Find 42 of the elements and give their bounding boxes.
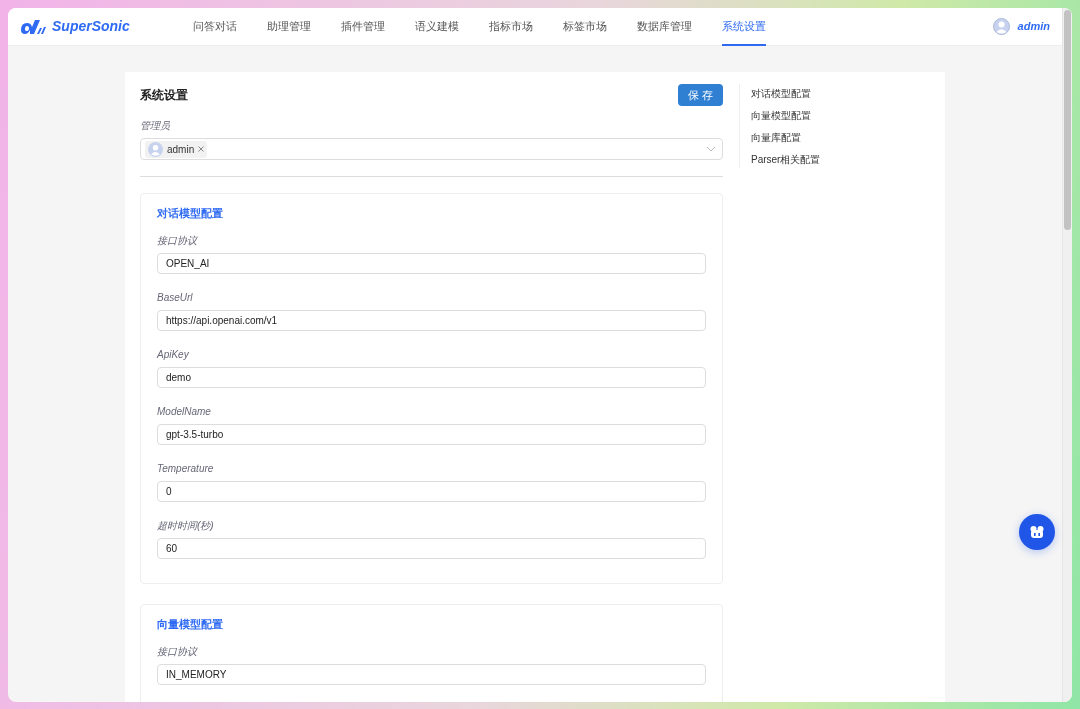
anchor-link[interactable]: 向量模型配置	[751, 106, 821, 125]
input-field[interactable]: 60	[157, 538, 706, 559]
scrollbar-thumb[interactable]	[1064, 10, 1071, 230]
input-field[interactable]: IN_MEMORY	[157, 664, 706, 685]
field-label: 接口协议	[157, 645, 197, 659]
anchor-link[interactable]: 向量库配置	[751, 128, 821, 147]
nav-tab[interactable]: 问答对话	[193, 8, 237, 47]
nav-tab[interactable]: 标签市场	[563, 8, 607, 47]
anchor-link[interactable]: 对话模型配置	[751, 84, 821, 103]
field-label: 接口协议	[157, 234, 197, 248]
assistant-button[interactable]	[1019, 514, 1055, 550]
field-label: 管理员	[140, 119, 170, 133]
robot-icon	[1029, 525, 1045, 539]
input-field[interactable]: demo	[157, 367, 706, 388]
logo-text: SuperSonic	[52, 17, 130, 36]
tag-text: admin	[167, 142, 195, 157]
field-label: ModelName	[157, 405, 211, 419]
input-field[interactable]: https://api.openai.com/v1	[157, 310, 706, 331]
input-field[interactable]: gpt-3.5-turbo	[157, 424, 706, 445]
field-label: 超时时间(秒)	[157, 519, 214, 533]
field-label: BaseUrl	[157, 291, 193, 305]
chevron-down-icon	[706, 146, 716, 152]
section-title: 向量模型配置	[157, 618, 223, 630]
field-label: Temperature	[157, 462, 214, 476]
nav-tab[interactable]: 系统设置	[722, 8, 766, 47]
avatar-icon	[148, 141, 163, 157]
close-icon[interactable]	[198, 146, 205, 152]
nav-tab[interactable]: 助理管理	[267, 8, 311, 47]
field-label: ApiKey	[157, 348, 189, 362]
nav-tab[interactable]: 语义建模	[415, 8, 459, 47]
anchor-link[interactable]: Parser相关配置	[751, 150, 821, 169]
page-title: 系统设置	[140, 87, 188, 104]
section-title: 对话模型配置	[157, 207, 223, 219]
nav-tab[interactable]: 指标市场	[489, 8, 533, 47]
avatar-icon	[992, 18, 1010, 35]
input-field[interactable]: OPEN_AI	[157, 253, 706, 274]
input-field[interactable]: 0	[157, 481, 706, 502]
nav-tab[interactable]: 数据库管理	[637, 8, 692, 47]
save-button[interactable]: 保 存	[677, 84, 723, 106]
admin-select[interactable]: admin	[140, 138, 723, 160]
nav-tab[interactable]: 插件管理	[341, 8, 385, 47]
username[interactable]: admin	[1017, 18, 1050, 35]
